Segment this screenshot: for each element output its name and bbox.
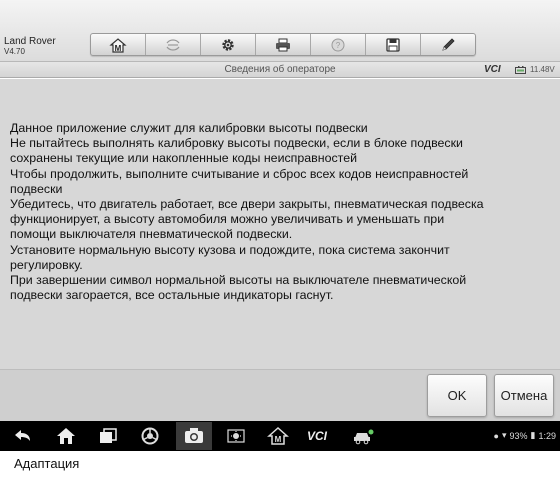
battery-icon xyxy=(515,66,526,74)
car-service-button[interactable] xyxy=(352,426,374,446)
message-panel: Данное приложение служит для калибровки … xyxy=(0,79,560,369)
system-tray: ● ▾ 93% ▮ 1:29 xyxy=(494,430,556,441)
system-nav-bar: M VCI ● ▾ 93% ▮ 1:29 xyxy=(0,421,560,451)
print-icon xyxy=(276,38,290,51)
message-line: Данное приложение служит для калибровки … xyxy=(10,121,368,135)
home-button[interactable]: M xyxy=(91,34,146,55)
home-icon: M xyxy=(109,37,127,53)
instruction-text: Данное приложение служит для калибровки … xyxy=(10,121,550,303)
maxisys-home-button[interactable]: M xyxy=(267,426,289,446)
message-line: Чтобы продолжить, выполните считывание и… xyxy=(10,166,469,181)
caption: Адаптация xyxy=(14,456,80,471)
print-button[interactable] xyxy=(256,34,311,55)
svg-text:M: M xyxy=(275,435,282,444)
save-icon xyxy=(386,37,400,52)
vehicle-swap-button[interactable] xyxy=(146,34,201,55)
message-line: функционирует, а высоту автомобиля можно… xyxy=(10,212,445,227)
help-button[interactable]: ? xyxy=(311,34,366,55)
message-line: помощи выключателя пневматической подвес… xyxy=(10,227,293,242)
browser-icon xyxy=(141,427,159,445)
clock: 1:29 xyxy=(538,430,556,441)
voltage-reading: 11.48V xyxy=(530,65,555,74)
cancel-button[interactable]: Отмена xyxy=(494,374,554,417)
app-version: V4.70 xyxy=(4,47,25,56)
message-line: подвески xyxy=(10,181,63,196)
recent-apps-button[interactable] xyxy=(97,426,119,446)
message-line: Убедитесь, что двигатель работает, все д… xyxy=(10,197,484,212)
wifi-icon: ▾ xyxy=(501,430,507,440)
edit-icon xyxy=(442,37,455,51)
notification-icon: ● xyxy=(493,430,499,441)
home-icon xyxy=(57,428,75,444)
back-icon xyxy=(15,430,30,441)
message-line: При завершении символ нормальной высоты … xyxy=(10,273,467,288)
home-nav-button[interactable] xyxy=(55,426,77,446)
page-title: Сведения об операторе xyxy=(224,64,336,75)
save-button[interactable] xyxy=(366,34,421,55)
brightness-button[interactable] xyxy=(225,426,247,446)
help-icon: ? xyxy=(331,38,345,51)
settings-button[interactable] xyxy=(201,34,256,55)
settings-icon xyxy=(222,38,234,51)
battery-level-icon: ▮ xyxy=(530,430,536,440)
car-icon xyxy=(354,429,374,445)
vci-nav-button[interactable]: VCI xyxy=(307,429,337,449)
toolbar-buttons: M ? xyxy=(90,33,476,56)
message-line: сохранены текущие или накопленные коды н… xyxy=(10,151,358,166)
top-toolbar: Land Rover V4.70 M ? xyxy=(0,0,560,62)
app-title: Land Rover xyxy=(4,36,56,47)
message-line: Не пытайтесь выполнять калибровку высоты… xyxy=(10,136,463,151)
svg-text:M: M xyxy=(115,44,122,53)
brightness-icon xyxy=(227,429,245,443)
svg-text:?: ? xyxy=(336,41,341,50)
battery-percent: 93% xyxy=(509,430,528,441)
message-line: Установите нормальную высоту кузова и по… xyxy=(10,242,450,257)
dialog-button-bar: OK Отмена xyxy=(0,369,560,421)
vci-logo: VCI xyxy=(484,64,501,75)
message-line: подвески загорается, все остальные индик… xyxy=(10,288,334,303)
ok-button[interactable]: OK xyxy=(427,374,487,417)
edit-button[interactable] xyxy=(421,34,475,55)
screenshot-button[interactable] xyxy=(176,422,212,450)
vehicle-swap-icon xyxy=(166,38,180,51)
message-line: регулировку. xyxy=(10,257,83,272)
maxisys-home-icon: M xyxy=(267,426,289,445)
browser-button[interactable] xyxy=(139,426,161,446)
status-bar: Сведения об операторе VCI 11.48V xyxy=(0,62,560,78)
camera-icon xyxy=(185,428,203,443)
back-button[interactable] xyxy=(12,426,34,446)
recent-apps-icon xyxy=(100,428,117,443)
